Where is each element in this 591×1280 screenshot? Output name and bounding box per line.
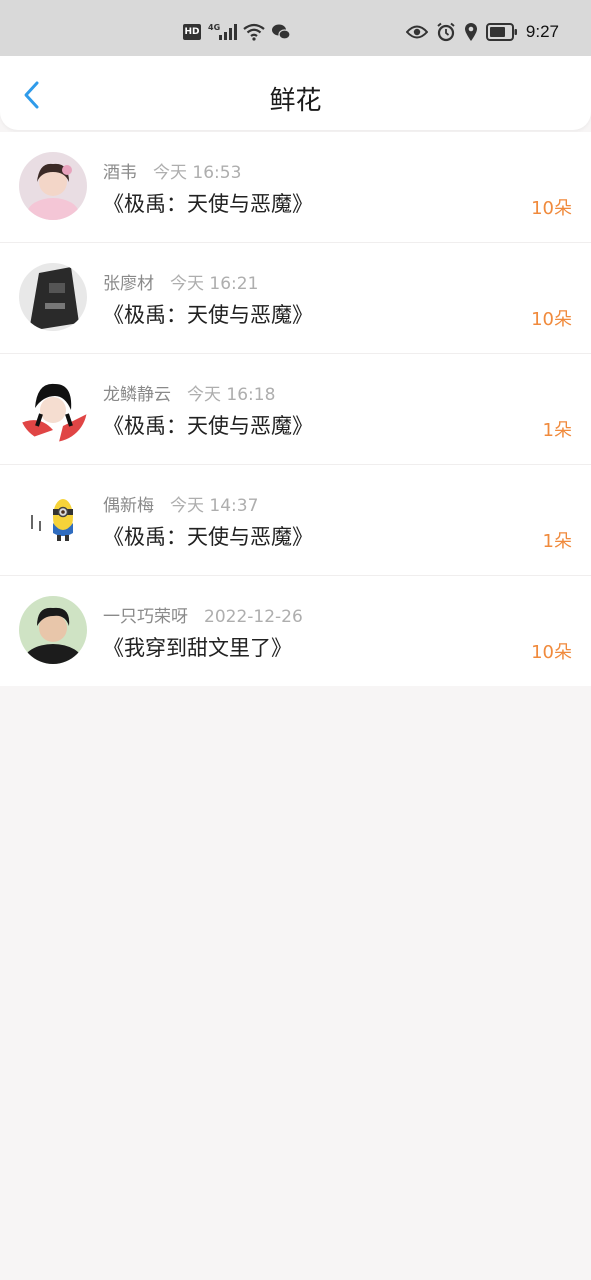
status-icons-left: HD 4G	[183, 20, 291, 44]
book-title[interactable]: 《极禹：天使与恶魔》	[103, 410, 313, 440]
location-icon	[464, 23, 477, 41]
hd-icon: HD	[183, 24, 201, 40]
flower-count: 10朵	[531, 309, 572, 330]
sender-line: 酒韦 今天 16:53	[103, 158, 241, 183]
wifi-icon	[243, 23, 265, 41]
send-time: 2022-12-26	[204, 607, 303, 627]
battery-icon	[485, 23, 517, 41]
eye-icon	[405, 25, 428, 39]
sender-name: 龙鳞静云	[103, 385, 171, 405]
list-item[interactable]: 张廖材 今天 16:21 《极禹：天使与恶魔》 10朵	[0, 243, 591, 354]
flower-list: 酒韦 今天 16:53 《极禹：天使与恶魔》 10朵 张廖材 今天 16:21 《极…	[0, 132, 591, 686]
page-title: 鲜花	[269, 86, 322, 116]
book-title[interactable]: 《极禹：天使与恶魔》	[103, 188, 313, 218]
send-time: 今天 16:21	[170, 274, 259, 294]
avatar[interactable]	[19, 152, 87, 220]
list-item[interactable]: 一只巧荣呀 2022-12-26 《我穿到甜文里了》 10朵	[0, 576, 591, 686]
sender-name: 张廖材	[103, 274, 154, 294]
header-bar: 鲜花	[0, 56, 591, 130]
book-title[interactable]: 《极禹：天使与恶魔》	[103, 521, 313, 551]
status-bar: HD 4G 9:27	[0, 0, 591, 56]
flower-count: 10朵	[531, 642, 572, 663]
avatar[interactable]	[19, 485, 87, 553]
wechat-icon	[272, 24, 291, 40]
svg-text:4G: 4G	[208, 23, 220, 32]
signal-icon: 4G	[208, 23, 237, 40]
book-title[interactable]: 《极禹：天使与恶魔》	[103, 299, 313, 329]
flower-count: 1朵	[542, 531, 572, 552]
sender-line: 龙鳞静云 今天 16:18	[103, 380, 275, 405]
send-time: 今天 16:53	[153, 163, 242, 183]
list-item[interactable]: 龙鳞静云 今天 16:18 《极禹：天使与恶魔》 1朵	[0, 354, 591, 465]
alarm-icon	[437, 22, 455, 42]
sender-line: 偶新梅 今天 14:37	[103, 491, 258, 516]
book-title[interactable]: 《我穿到甜文里了》	[103, 632, 292, 662]
list-item[interactable]: 酒韦 今天 16:53 《极禹：天使与恶魔》 10朵	[0, 132, 591, 243]
sender-name: 偶新梅	[103, 496, 154, 516]
avatar[interactable]	[19, 374, 87, 442]
clock-time: 9:27	[525, 22, 559, 41]
flower-count: 1朵	[542, 420, 572, 441]
send-time: 今天 14:37	[170, 496, 259, 516]
sender-name: 一只巧荣呀	[103, 607, 188, 627]
avatar[interactable]	[19, 596, 87, 664]
send-time: 今天 16:18	[187, 385, 276, 405]
flower-count: 10朵	[531, 198, 572, 219]
status-icons-right: 9:27	[405, 20, 559, 44]
sender-line: 一只巧荣呀 2022-12-26	[103, 602, 303, 627]
list-item[interactable]: 偶新梅 今天 14:37 《极禹：天使与恶魔》 1朵	[0, 465, 591, 576]
avatar[interactable]	[19, 263, 87, 331]
sender-line: 张廖材 今天 16:21	[103, 269, 258, 294]
sender-name: 酒韦	[103, 163, 137, 183]
